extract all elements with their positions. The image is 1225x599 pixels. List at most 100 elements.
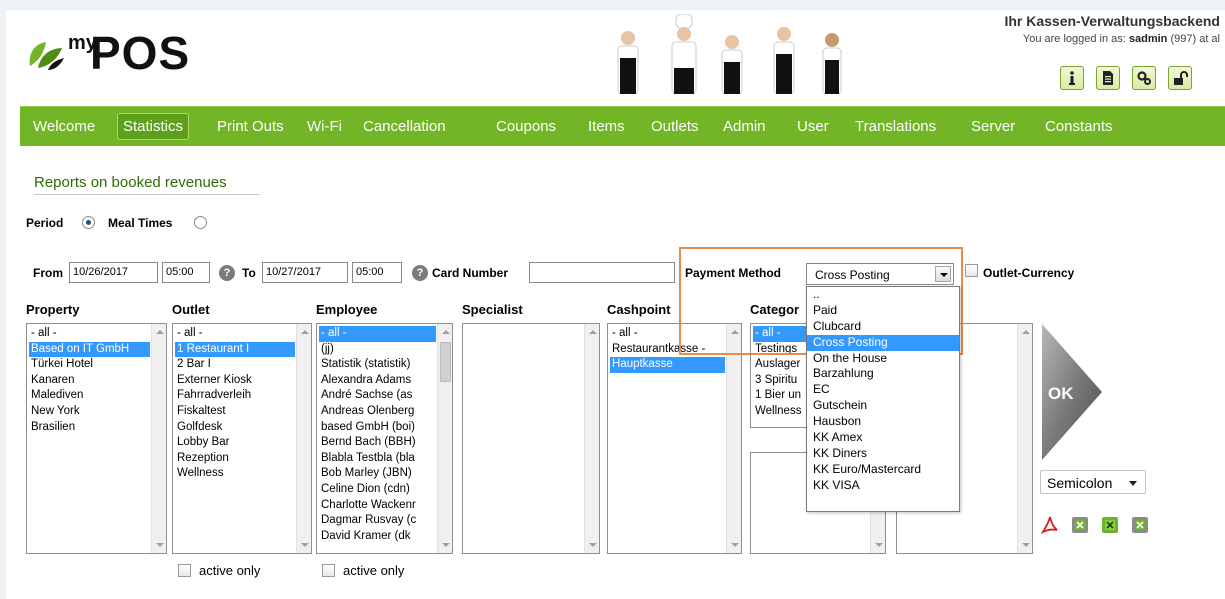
dropdown-option[interactable]: Paid xyxy=(807,303,959,319)
scroll-down-icon[interactable] xyxy=(442,543,450,547)
list-item[interactable]: Wellness xyxy=(175,466,295,482)
document-icon[interactable] xyxy=(1096,66,1120,90)
dropdown-option[interactable]: EC xyxy=(807,382,959,398)
nav-print-outs[interactable]: Print Outs xyxy=(217,118,284,135)
dropdown-option[interactable]: Clubcard xyxy=(807,319,959,335)
from-date-input[interactable]: 10/26/2017 xyxy=(69,262,158,283)
dropdown-option[interactable]: KK VISA xyxy=(807,478,959,494)
list-item[interactable]: Fiskaltest xyxy=(175,404,295,420)
help-icon[interactable]: ? xyxy=(219,265,235,281)
card-number-input[interactable] xyxy=(529,262,675,283)
dropdown-option[interactable]: .. xyxy=(807,287,959,303)
dropdown-option[interactable]: KK Diners xyxy=(807,446,959,462)
list-item[interactable]: Charlotte Wackenr xyxy=(319,498,436,514)
list-item[interactable]: Malediven xyxy=(29,388,150,404)
scroll-down-icon[interactable] xyxy=(875,543,883,547)
scroll-up-icon[interactable] xyxy=(301,330,309,334)
list-item[interactable]: Celine Dion (cdn) xyxy=(319,482,436,498)
ok-button[interactable]: OK xyxy=(1040,322,1104,462)
cashpoint-listbox[interactable]: - all - Restaurantkasse - Hauptkasse xyxy=(607,323,742,554)
mealtimes-radio[interactable] xyxy=(194,216,207,229)
nav-items[interactable]: Items xyxy=(588,118,625,135)
nav-cancellation[interactable]: Cancellation xyxy=(363,118,446,135)
dropdown-option[interactable]: Barzahlung xyxy=(807,366,959,382)
scroll-down-icon[interactable] xyxy=(589,543,597,547)
list-item[interactable]: Brasilien xyxy=(29,420,150,436)
scrollbar[interactable] xyxy=(437,324,452,553)
scrollbar[interactable] xyxy=(584,324,599,553)
scroll-down-icon[interactable] xyxy=(1022,543,1030,547)
list-item[interactable]: 1 Bier un xyxy=(753,388,807,404)
list-item[interactable]: 3 Spiritu xyxy=(753,373,807,389)
list-item[interactable]: Dagmar Rusvay (c xyxy=(319,513,436,529)
nav-server[interactable]: Server xyxy=(971,118,1015,135)
list-item[interactable]: New York xyxy=(29,404,150,420)
nav-wifi[interactable]: Wi-Fi xyxy=(307,118,342,135)
period-radio[interactable] xyxy=(82,216,95,229)
list-item[interactable]: - all - xyxy=(29,326,150,342)
scroll-up-icon[interactable] xyxy=(1022,330,1030,334)
dropdown-option[interactable]: KK Amex xyxy=(807,430,959,446)
excel-icon[interactable] xyxy=(1070,515,1090,535)
mypos-logo[interactable]: my POS xyxy=(26,27,246,80)
scrollbar[interactable] xyxy=(1017,324,1032,553)
list-item[interactable]: 2 Bar I xyxy=(175,357,295,373)
list-item[interactable]: Andreas Olenberg xyxy=(319,404,436,420)
scroll-down-icon[interactable] xyxy=(156,543,164,547)
list-item[interactable]: (jj) xyxy=(319,342,436,358)
dropdown-option[interactable]: Hausbon xyxy=(807,414,959,430)
payment-method-dropdown[interactable]: .. Paid Clubcard Cross Posting On the Ho… xyxy=(806,286,960,512)
to-date-input[interactable]: 10/27/2017 xyxy=(262,262,348,283)
list-item[interactable]: Auslager xyxy=(753,357,807,373)
list-item[interactable]: Statistik (statistik) xyxy=(319,357,436,373)
specialist-listbox[interactable] xyxy=(462,323,600,554)
list-item[interactable]: Externer Kiosk xyxy=(175,373,295,389)
scrollbar[interactable] xyxy=(296,324,311,553)
list-item[interactable]: Hauptkasse xyxy=(610,357,725,373)
excel-icon[interactable] xyxy=(1130,515,1150,535)
list-item[interactable]: Blabla Testbla (bla xyxy=(319,451,436,467)
list-item[interactable]: Türkei Hotel xyxy=(29,357,150,373)
active-only-checkbox[interactable] xyxy=(322,564,335,577)
list-item[interactable]: Lobby Bar xyxy=(175,435,295,451)
pdf-icon[interactable] xyxy=(1040,515,1060,535)
list-item[interactable]: based GmbH (boi) xyxy=(319,420,436,436)
unlock-icon[interactable] xyxy=(1168,66,1192,90)
from-time-input[interactable]: 05:00 xyxy=(162,262,210,283)
to-time-input[interactable]: 05:00 xyxy=(352,262,402,283)
scroll-up-icon[interactable] xyxy=(589,330,597,334)
help-icon[interactable]: ? xyxy=(412,265,428,281)
list-item[interactable]: Bob Marley (JBN) xyxy=(319,466,436,482)
list-item[interactable]: - all - xyxy=(319,326,436,342)
list-item[interactable]: Alexandra Adams xyxy=(319,373,436,389)
nav-admin[interactable]: Admin xyxy=(723,118,766,135)
list-item[interactable]: Fahrradverleih xyxy=(175,388,295,404)
nav-constants[interactable]: Constants xyxy=(1045,118,1113,135)
nav-statistics[interactable]: Statistics xyxy=(117,113,190,140)
employee-active-only[interactable]: active only xyxy=(322,563,404,578)
info-icon[interactable] xyxy=(1060,66,1084,90)
nav-welcome[interactable]: Welcome xyxy=(33,118,95,135)
property-listbox[interactable]: - all - Based on IT GmbH Türkei Hotel Ka… xyxy=(26,323,167,554)
outlet-currency-checkbox[interactable] xyxy=(965,264,978,277)
scrollbar[interactable] xyxy=(151,324,166,553)
scroll-up-icon[interactable] xyxy=(156,330,164,334)
scroll-up-icon[interactable] xyxy=(442,330,450,334)
active-only-checkbox[interactable] xyxy=(178,564,191,577)
list-item[interactable]: - all - xyxy=(175,326,295,342)
dropdown-option[interactable]: Gutschein xyxy=(807,398,959,414)
list-item[interactable]: Golfdesk xyxy=(175,420,295,436)
list-item[interactable]: Based on IT GmbH xyxy=(29,341,150,358)
list-item[interactable]: Kanaren xyxy=(29,373,150,389)
list-item[interactable]: Wellness xyxy=(753,404,807,420)
outlet-listbox[interactable]: - all - 1 Restaurant I 2 Bar I Externer … xyxy=(172,323,312,554)
nav-user[interactable]: User xyxy=(797,118,829,135)
scroll-thumb[interactable] xyxy=(440,342,451,382)
employee-listbox[interactable]: - all - (jj) Statistik (statistik) Alexa… xyxy=(316,323,453,554)
separator-select[interactable]: Semicolon xyxy=(1040,470,1146,494)
outlet-active-only[interactable]: active only xyxy=(178,563,260,578)
dropdown-option[interactable]: Cross Posting xyxy=(807,334,959,351)
nav-coupons[interactable]: Coupons xyxy=(496,118,556,135)
list-item[interactable]: 1 Restaurant I xyxy=(175,341,295,358)
dropdown-option[interactable]: On the House xyxy=(807,351,959,367)
